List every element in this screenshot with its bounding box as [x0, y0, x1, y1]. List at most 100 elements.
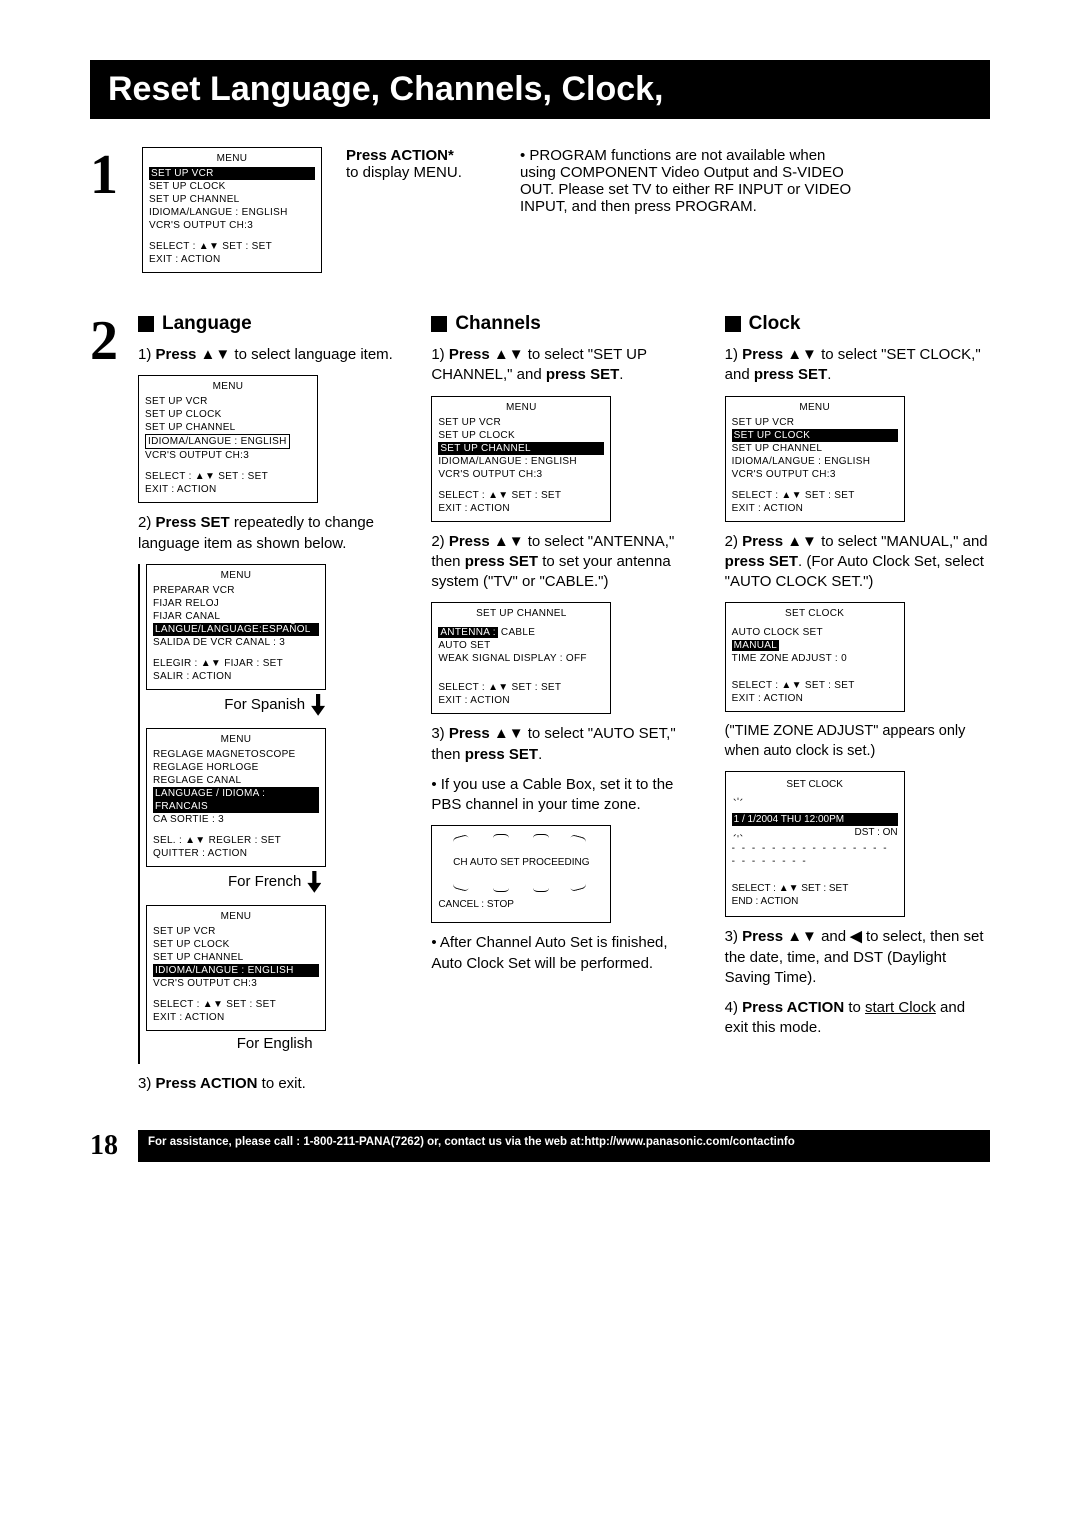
- osd-title: SET UP CHANNEL: [438, 607, 604, 620]
- instruction: 1) Press ▲▼ to select "SET CLOCK," and p…: [725, 345, 990, 386]
- text: 1): [431, 346, 449, 363]
- section-title: Language: [162, 313, 252, 335]
- assistance-bar: For assistance, please call : 1-800-211-…: [138, 1130, 990, 1162]
- text: Press ▲▼: [156, 346, 231, 363]
- text: 2): [431, 533, 449, 550]
- osd-footer: SELECT : ▲▼ SET : SET: [149, 240, 315, 253]
- osd-row: ANTENNA :: [438, 627, 498, 638]
- text: press SET: [546, 366, 619, 383]
- osd-row: VCR'S OUTPUT CH:3: [145, 449, 311, 462]
- text: Press ▲▼: [449, 725, 524, 742]
- instruction: 3) Press ▲▼ to select "AUTO SET," then p…: [431, 724, 696, 765]
- step-2: 2 Language 1) Press ▲▼ to select languag…: [90, 313, 990, 1094]
- osd-row: SET UP VCR: [153, 925, 319, 938]
- bullet: • After Channel Auto Set is finished, Au…: [431, 933, 696, 974]
- bullet: • If you use a Cable Box, set it to the …: [431, 775, 696, 816]
- osd-row: REGLAGE HORLOGE: [153, 761, 319, 774]
- osd-row: SET UP CHANNEL: [153, 951, 319, 964]
- osd-row: IDIOMA/LANGUE : ENGLISH: [732, 455, 898, 468]
- osd-footer: SELECT : ▲▼ SET : SET: [438, 489, 604, 502]
- text: .: [827, 366, 831, 383]
- step1-instruction: Press ACTION* to display MENU.: [346, 147, 496, 181]
- osd-row: SET UP CHANNEL: [149, 193, 315, 206]
- instruction: 2) Press ▲▼ to select "MANUAL," and pres…: [725, 532, 990, 593]
- osd-row: SET UP CLOCK: [438, 429, 604, 442]
- osd-title: MENU: [149, 152, 315, 165]
- osd-row: IDIOMA/LANGUE : ENGLISH: [149, 206, 315, 219]
- osd-footer: EXIT : ACTION: [732, 692, 898, 705]
- step1-osd: MENU SET UP VCR SET UP CLOCK SET UP CHAN…: [142, 147, 322, 273]
- text: Press ▲▼: [449, 533, 524, 550]
- text: to: [844, 999, 865, 1016]
- osd-row: FIJAR RELOJ: [153, 597, 319, 610]
- caption: For French: [146, 871, 403, 893]
- osd-footer: END : ACTION: [732, 895, 898, 908]
- osd-row: SET UP VCR: [732, 416, 898, 429]
- osd-row: SET UP CLOCK: [732, 429, 898, 442]
- osd-row: WEAK SIGNAL DISPLAY : OFF: [438, 652, 604, 665]
- text: Press ▲▼: [742, 346, 817, 363]
- osd-footer: CANCEL : STOP: [438, 898, 604, 912]
- text: and: [821, 928, 846, 945]
- osd-row: SET UP VCR: [145, 395, 311, 408]
- osd-footer: SELECT : ▲▼ SET : SET: [145, 470, 311, 483]
- osd-row: AUTO CLOCK SET: [732, 626, 898, 639]
- text: Press ▲▼: [449, 346, 524, 363]
- osd-row: PREPARAR VCR: [153, 584, 319, 597]
- language-column: Language 1) Press ▲▼ to select language …: [138, 313, 403, 1094]
- lang-osd-french: MENU REGLAGE MAGNETOSCOPE REGLAGE HORLOG…: [146, 728, 326, 867]
- osd-row: AUTO SET: [438, 639, 604, 652]
- channels-column: Channels 1) Press ▲▼ to select "SET UP C…: [431, 313, 696, 1094]
- osd-row: TIME ZONE ADJUST : 0: [732, 652, 898, 665]
- text: Press ACTION: [156, 1075, 258, 1092]
- osd-title: MENU: [438, 401, 604, 414]
- lang-osd-english: MENU SET UP VCR SET UP CLOCK SET UP CHAN…: [146, 905, 326, 1031]
- square-icon: [138, 316, 154, 332]
- osd-footer: SELECT : ▲▼ SET : SET: [153, 998, 319, 1011]
- arrow-down-icon: [311, 694, 325, 716]
- osd-row: REGLAGE MAGNETOSCOPE: [153, 748, 319, 761]
- text: to exit.: [258, 1075, 306, 1092]
- osd-row: CABLE: [501, 627, 535, 638]
- text: start Clock: [865, 999, 936, 1016]
- osd-footer: EXIT : ACTION: [153, 1011, 319, 1024]
- text: to select "MANUAL," and: [817, 533, 988, 550]
- osd-row: LANGUAGE / IDIOMA : FRANCAIS: [153, 787, 319, 813]
- osd-row: REGLAGE CANAL: [153, 774, 319, 787]
- clock-osd-1: MENU SET UP VCR SET UP CLOCK SET UP CHAN…: [725, 396, 905, 522]
- parenthetical: ("TIME ZONE ADJUST" appears only when au…: [725, 722, 990, 761]
- text: 3): [725, 928, 743, 945]
- chan-osd-1: MENU SET UP VCR SET UP CLOCK SET UP CHAN…: [431, 396, 611, 522]
- osd-row: SALIDA DE VCR CANAL : 3: [153, 636, 319, 649]
- osd-row: - - - - - - - - - - - - - - - - - - - - …: [732, 842, 898, 868]
- text: press SET: [725, 553, 798, 570]
- text: .: [538, 746, 542, 763]
- footer: 18 For assistance, please call : 1-800-2…: [90, 1130, 990, 1162]
- osd-footer: ELEGIR : ▲▼ FIJAR : SET: [153, 657, 319, 670]
- osd-footer: EXIT : ACTION: [438, 502, 604, 515]
- osd-row: SET UP CLOCK: [145, 408, 311, 421]
- text: press SET: [465, 553, 538, 570]
- osd-row: LANGUE/LANGUAGE:ESPAÑOL: [153, 623, 319, 636]
- text: 4): [725, 999, 743, 1016]
- osd-footer: EXIT : ACTION: [145, 483, 311, 496]
- osd-row: DST : ON: [855, 826, 898, 839]
- text: to display MENU.: [346, 164, 462, 181]
- step-1-number: 1: [90, 147, 118, 203]
- text: press SET: [465, 746, 538, 763]
- text: Press ACTION: [742, 999, 844, 1016]
- osd-footer: SALIR : ACTION: [153, 670, 319, 683]
- chan-process-osd: CH AUTO SET PROCEEDING CANCEL : STOP: [431, 825, 611, 923]
- section-title: Channels: [455, 313, 541, 335]
- text: 2): [725, 533, 743, 550]
- osd-footer: EXIT : ACTION: [149, 253, 315, 266]
- loop-line: [138, 564, 140, 1064]
- square-icon: [725, 316, 741, 332]
- sun-icon: [732, 826, 744, 838]
- osd-footer: SEL. : ▲▼ REGLER : SET: [153, 834, 319, 847]
- chan-osd-2: SET UP CHANNEL ANTENNA : CABLE AUTO SET …: [431, 602, 611, 714]
- osd-row: MANUAL: [732, 640, 779, 651]
- osd-footer: SELECT : ▲▼ SET : SET: [732, 679, 898, 692]
- instruction: 3) Press ▲▼ and ◀ to select, then set th…: [725, 927, 990, 988]
- text: 3): [431, 725, 449, 742]
